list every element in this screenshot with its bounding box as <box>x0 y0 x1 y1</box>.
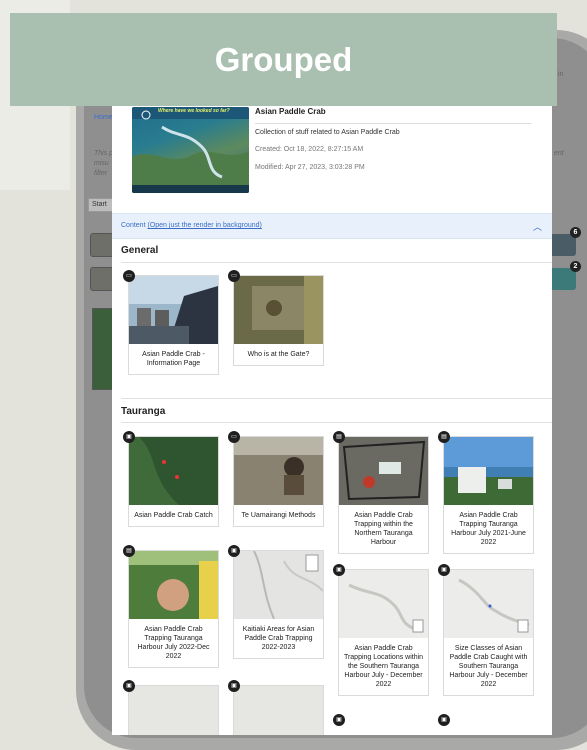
count-badge: 2 <box>570 261 581 272</box>
content-card[interactable]: Asian Paddle Crab - Information Page <box>128 275 219 375</box>
card-image <box>129 686 218 735</box>
card-image <box>444 437 533 505</box>
card-image <box>129 276 218 344</box>
section-divider <box>121 422 552 423</box>
content-card[interactable]: Asian Paddle Crab Trapping within the No… <box>338 436 429 554</box>
content-card[interactable]: Asian Paddle Crab Trapping Tauranga Harb… <box>128 550 219 668</box>
content-card[interactable] <box>233 685 324 735</box>
card-title: Asian Paddle Crab Trapping Tauranga Harb… <box>451 512 526 546</box>
background-text: This p <box>94 150 114 157</box>
chevron-up-icon[interactable]: ︿ <box>533 220 542 233</box>
card-image <box>234 551 323 619</box>
content-card[interactable]: Size Classes of Asian Paddle Crab Caught… <box>443 569 534 696</box>
card-title: Asian Paddle Crab - Information Page <box>142 351 205 367</box>
document-icon: ▤ <box>333 431 345 443</box>
home-breadcrumb-link[interactable]: Home <box>94 114 113 121</box>
banner-title: Grouped <box>214 40 353 78</box>
card-image <box>339 570 428 638</box>
card-image <box>444 570 533 638</box>
card-image <box>129 437 218 505</box>
section-divider <box>121 262 552 263</box>
background-text: in <box>558 71 564 78</box>
map-icon: ▣ <box>333 564 345 576</box>
section-divider <box>121 398 552 399</box>
card-title: Te Uamairangi Methods <box>241 512 316 519</box>
card-image <box>129 551 218 619</box>
section-title-general: General <box>121 245 159 256</box>
content-accordion-header[interactable]: Content (Open just the render in backgro… <box>112 213 552 239</box>
collection-description: Collection of stuff related to Asian Pad… <box>255 129 400 136</box>
card-image <box>234 276 323 344</box>
background-item-thumb <box>90 267 114 291</box>
map-icon: ▣ <box>123 431 135 443</box>
open-render-background-link[interactable]: (Open just the render in background) <box>147 222 261 229</box>
map-icon: ▣ <box>123 680 135 692</box>
section-title-tauranga: Tauranga <box>121 406 166 417</box>
content-card[interactable]: Asian Paddle Crab Catch <box>128 436 219 527</box>
content-card[interactable]: Asian Paddle Crab Trapping Locations wit… <box>338 569 429 696</box>
content-card[interactable]: Kaitiaki Areas for Asian Paddle Crab Tra… <box>233 550 324 659</box>
content-card[interactable]: Te Uamairangi Methods <box>233 436 324 527</box>
card-image <box>234 686 323 735</box>
card-title: Kaitiaki Areas for Asian Paddle Crab Tra… <box>242 626 315 651</box>
card-title: Asian Paddle Crab Trapping Tauranga Harb… <box>137 626 210 660</box>
created-date: Created: Oct 18, 2022, 8:27:15 AM <box>255 146 364 153</box>
background-text: ent <box>554 150 564 157</box>
story-icon: ▭ <box>228 270 240 282</box>
document-icon: ▤ <box>438 431 450 443</box>
background-text: filter <box>94 170 108 177</box>
collection-title: Asian Paddle Crab <box>255 107 326 116</box>
card-title: Asian Paddle Crab Catch <box>134 512 213 519</box>
collection-thumbnail[interactable]: Where have we looked so far? <box>132 107 249 193</box>
story-icon: ▭ <box>123 270 135 282</box>
document-icon: ▤ <box>123 545 135 557</box>
background-item-thumb <box>90 233 114 257</box>
background-text: misu <box>94 160 109 167</box>
content-label: Content (Open just the render in backgro… <box>121 222 262 229</box>
collection-panel: Where have we looked so far? Asian Paddl… <box>112 95 552 735</box>
count-badge: 6 <box>570 227 581 238</box>
map-thumbnail-graphic <box>132 107 249 193</box>
card-image <box>234 437 323 505</box>
thumbnail-caption: Where have we looked so far? <box>158 108 230 114</box>
grouped-banner: Grouped <box>10 13 557 106</box>
start-field[interactable]: Start <box>88 198 114 212</box>
story-icon: ▭ <box>228 431 240 443</box>
card-title: Asian Paddle Crab Trapping within the No… <box>354 512 413 546</box>
map-icon: ▣ <box>228 680 240 692</box>
card-title: Asian Paddle Crab Trapping Locations wit… <box>343 645 424 688</box>
card-title: Who is at the Gate? <box>247 351 310 358</box>
content-card[interactable]: Who is at the Gate? <box>233 275 324 366</box>
content-card[interactable]: Asian Paddle Crab Trapping Tauranga Harb… <box>443 436 534 554</box>
modified-date: Modified: Apr 27, 2023, 3:03:28 PM <box>255 164 365 171</box>
header-divider <box>255 123 531 124</box>
map-icon: ▣ <box>228 545 240 557</box>
card-title: Size Classes of Asian Paddle Crab Caught… <box>449 645 528 688</box>
card-image <box>339 437 428 505</box>
content-card[interactable] <box>128 685 219 735</box>
map-icon: ▣ <box>438 564 450 576</box>
